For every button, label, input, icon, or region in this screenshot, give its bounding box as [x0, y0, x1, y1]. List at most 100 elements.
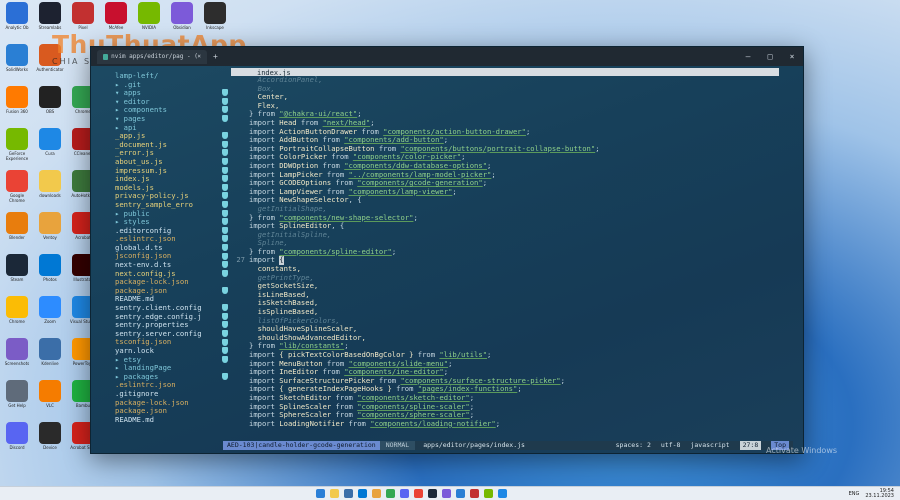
cura-icon[interactable]: Cura: [35, 128, 65, 168]
tree-item[interactable]: ▾ editor: [115, 98, 231, 107]
tree-item[interactable]: ▾ apps: [115, 89, 231, 98]
taskbar-app-icon[interactable]: [498, 489, 507, 498]
taskbar-apps[interactable]: [316, 489, 507, 498]
tree-item[interactable]: ▸ styles: [115, 218, 231, 227]
minimize-button[interactable]: —: [737, 52, 759, 61]
chrome-icon[interactable]: Chrome: [2, 296, 32, 336]
file-tree[interactable]: lamp-left/▸ .git ▾ apps ▾ editor ▸ compon…: [91, 66, 231, 429]
terminal-titlebar[interactable]: nvim apps/editor/pag - (D:/a × + — □ ×: [91, 47, 803, 66]
tree-item[interactable]: README.md: [115, 295, 231, 304]
tree-item[interactable]: global.d.ts: [115, 244, 231, 253]
taskbar-app-icon[interactable]: [442, 489, 451, 498]
tree-item[interactable]: package.json: [115, 287, 231, 296]
taskbar[interactable]: ENG 19:54 23.11.2023: [0, 486, 900, 500]
code-lines[interactable]: AccordionPanel, Box, Center, Flex,} from…: [231, 75, 793, 429]
tree-item[interactable]: next-env.d.ts: [115, 261, 231, 270]
mcafee-icon[interactable]: McAfee: [101, 2, 131, 42]
tree-item[interactable]: .eslintrc.json: [115, 235, 231, 244]
code-line[interactable]: Box,: [231, 84, 793, 94]
tree-item[interactable]: lamp-left/: [115, 72, 231, 81]
chrome-icon[interactable]: Google Chrome: [2, 170, 32, 210]
code-line[interactable]: AccordionPanel,: [231, 75, 793, 85]
taskbar-app-icon[interactable]: [484, 489, 493, 498]
taskbar-app-icon[interactable]: [344, 489, 353, 498]
code-line[interactable]: constants,: [231, 264, 793, 274]
taskbar-app-icon[interactable]: [400, 489, 409, 498]
tree-item[interactable]: ▾ pages: [115, 115, 231, 124]
system-tray[interactable]: ENG 19:54 23.11.2023: [849, 488, 900, 499]
zoom-icon[interactable]: Zoom: [35, 296, 65, 336]
code-line[interactable]: getSocketSize,: [231, 282, 793, 291]
tree-item[interactable]: ▸ packages: [115, 373, 231, 382]
tree-item[interactable]: ▸ public: [115, 210, 231, 219]
vlc-icon[interactable]: VLC: [35, 380, 65, 420]
clock[interactable]: 19:54 23.11.2023: [865, 488, 894, 499]
tree-item[interactable]: index.js: [115, 175, 231, 184]
tree-item[interactable]: ▸ landingPage: [115, 364, 231, 373]
tree-item[interactable]: ▸ api: [115, 124, 231, 133]
screenshot-icon[interactable]: Screenshots: [2, 338, 32, 378]
geforce-icon[interactable]: GeForce Experience: [2, 128, 32, 168]
terminal-tab[interactable]: nvim apps/editor/pag - (D:/a ×: [97, 49, 207, 64]
tree-item[interactable]: next.config.js: [115, 270, 231, 279]
ventoy-icon[interactable]: Ventoy: [35, 212, 65, 252]
analytics-icon[interactable]: Analytic Ob: [2, 2, 32, 42]
maximize-button[interactable]: □: [759, 52, 781, 61]
taskbar-app-icon[interactable]: [330, 489, 339, 498]
taskbar-app-icon[interactable]: [470, 489, 479, 498]
taskbar-app-icon[interactable]: [414, 489, 423, 498]
terminal-window[interactable]: nvim apps/editor/pag - (D:/a × + — □ × l…: [90, 46, 804, 454]
terminal-body[interactable]: lamp-left/▸ .git ▾ apps ▾ editor ▸ compon…: [91, 66, 803, 453]
tree-item[interactable]: sentry.client.config: [115, 304, 231, 313]
tree-item[interactable]: package.json: [115, 407, 231, 416]
code-line[interactable]: getInitialSpline,: [231, 230, 793, 240]
obs-icon[interactable]: OBS: [35, 86, 65, 126]
tree-item[interactable]: impressum.js: [115, 167, 231, 176]
tab-close-icon[interactable]: ×: [197, 53, 201, 60]
taskbar-app-icon[interactable]: [372, 489, 381, 498]
code-editor[interactable]: index.js AccordionPanel, Box, Center, Fl…: [231, 66, 793, 429]
tree-item[interactable]: _document.js: [115, 141, 231, 150]
kdenlive-icon[interactable]: Kdenlive: [35, 338, 65, 378]
tree-item[interactable]: package-lock.json: [115, 278, 231, 287]
steam-icon[interactable]: Steam: [2, 254, 32, 294]
inkscape-icon[interactable]: Inkscape: [200, 2, 230, 42]
tree-item[interactable]: about_us.js: [115, 158, 231, 167]
language-indicator[interactable]: ENG: [849, 491, 860, 497]
obsidian-icon[interactable]: Obsidian: [167, 2, 197, 42]
tree-item[interactable]: sentry.edge.config.j: [115, 313, 231, 322]
streamlabs-icon[interactable]: Streamlabs: [35, 2, 65, 42]
tree-item[interactable]: ▸ .git: [115, 81, 231, 90]
close-button[interactable]: ×: [781, 52, 803, 61]
tree-item[interactable]: jsconfig.json: [115, 252, 231, 261]
code-line[interactable]: import LoadingNotifier from "components/…: [231, 419, 793, 429]
new-tab-button[interactable]: +: [213, 52, 218, 61]
code-line[interactable]: Center,: [231, 93, 793, 102]
tree-item[interactable]: _app.js: [115, 132, 231, 141]
tree-item[interactable]: sentry.server.config: [115, 330, 231, 339]
authenticator-icon[interactable]: Authenticator: [35, 44, 65, 84]
tree-item[interactable]: .gitignore: [115, 390, 231, 399]
tree-item[interactable]: ▸ components: [115, 106, 231, 115]
tree-item[interactable]: sentry_sample_erro: [115, 201, 231, 210]
tree-item[interactable]: package-lock.json: [115, 399, 231, 408]
tree-item[interactable]: README.md: [115, 416, 231, 425]
taskbar-app-icon[interactable]: [428, 489, 437, 498]
tree-item[interactable]: _error.js: [115, 149, 231, 158]
tree-item[interactable]: yarn.lock: [115, 347, 231, 356]
tree-item[interactable]: tsconfig.json: [115, 338, 231, 347]
tree-item[interactable]: ▸ etsy: [115, 356, 231, 365]
tree-item[interactable]: models.js: [115, 184, 231, 193]
fusion-icon[interactable]: Fusion 360: [2, 86, 32, 126]
photos-icon[interactable]: Photos: [35, 254, 65, 294]
tree-item[interactable]: privacy-policy.js: [115, 192, 231, 201]
tree-item[interactable]: sentry.properties: [115, 321, 231, 330]
taskbar-app-icon[interactable]: [386, 489, 395, 498]
gethelp-icon[interactable]: Get Help: [2, 380, 32, 420]
code-line[interactable]: } from "components/spline-editor";: [231, 247, 793, 257]
code-line[interactable]: 27 import {: [231, 256, 793, 266]
nvidia-icon[interactable]: NVIDIA: [134, 2, 164, 42]
discord-icon[interactable]: Discord: [2, 422, 32, 462]
tree-item[interactable]: .eslintrc.json: [115, 381, 231, 390]
device-icon[interactable]: Device: [35, 422, 65, 462]
